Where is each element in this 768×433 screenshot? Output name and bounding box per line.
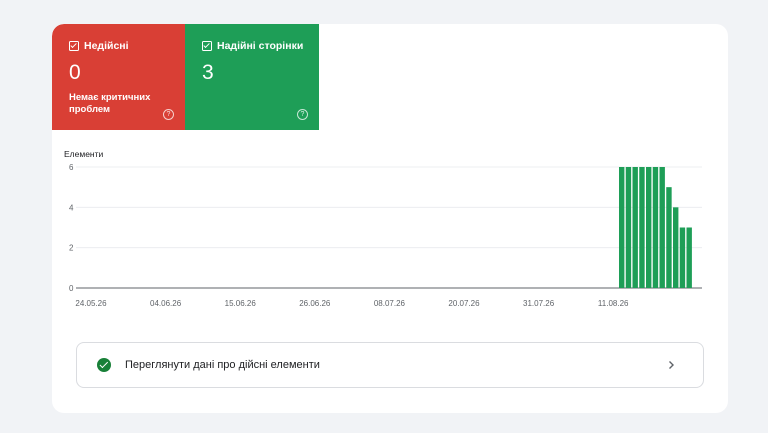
chevron-right-icon <box>669 361 674 369</box>
bar <box>619 167 625 288</box>
view-valid-items-label: Переглянути дані про дійсні елементи <box>125 359 320 371</box>
y-tick-label: 2 <box>69 244 74 253</box>
x-tick-label: 15.06.26 <box>225 299 257 308</box>
x-tick-label: 20.07.26 <box>448 299 480 308</box>
bar <box>659 167 665 288</box>
bar <box>666 187 672 288</box>
coverage-card: Недійсні 0 Немає критичних проблем ? Над… <box>52 24 728 413</box>
x-tick-label: 26.06.26 <box>299 299 331 308</box>
y-tick-label: 4 <box>69 203 74 212</box>
check-circle-icon <box>97 358 111 372</box>
x-tick-label: 11.08.26 <box>598 299 629 308</box>
y-tick-label: 0 <box>69 284 74 293</box>
bar <box>632 167 638 288</box>
bar <box>673 207 679 288</box>
y-axis-label: Елементи <box>64 149 104 159</box>
bar <box>625 167 632 288</box>
bar <box>679 227 686 288</box>
x-tick-label: 08.07.26 <box>374 299 406 308</box>
bar <box>686 227 692 288</box>
x-tick-label: 31.07.26 <box>523 299 555 308</box>
view-valid-items-row[interactable]: Переглянути дані про дійсні елементи <box>76 342 704 388</box>
bar <box>646 167 652 288</box>
bar <box>652 167 659 288</box>
items-chart: Елементи 0 2 4 6 24.05.26 04.06.26 15.06.26 26.0… <box>64 149 702 308</box>
x-tick-label: 24.05.26 <box>75 299 107 308</box>
y-tick-label: 6 <box>69 163 74 172</box>
x-tick-label: 04.06.26 <box>150 299 182 308</box>
bar <box>639 167 645 288</box>
